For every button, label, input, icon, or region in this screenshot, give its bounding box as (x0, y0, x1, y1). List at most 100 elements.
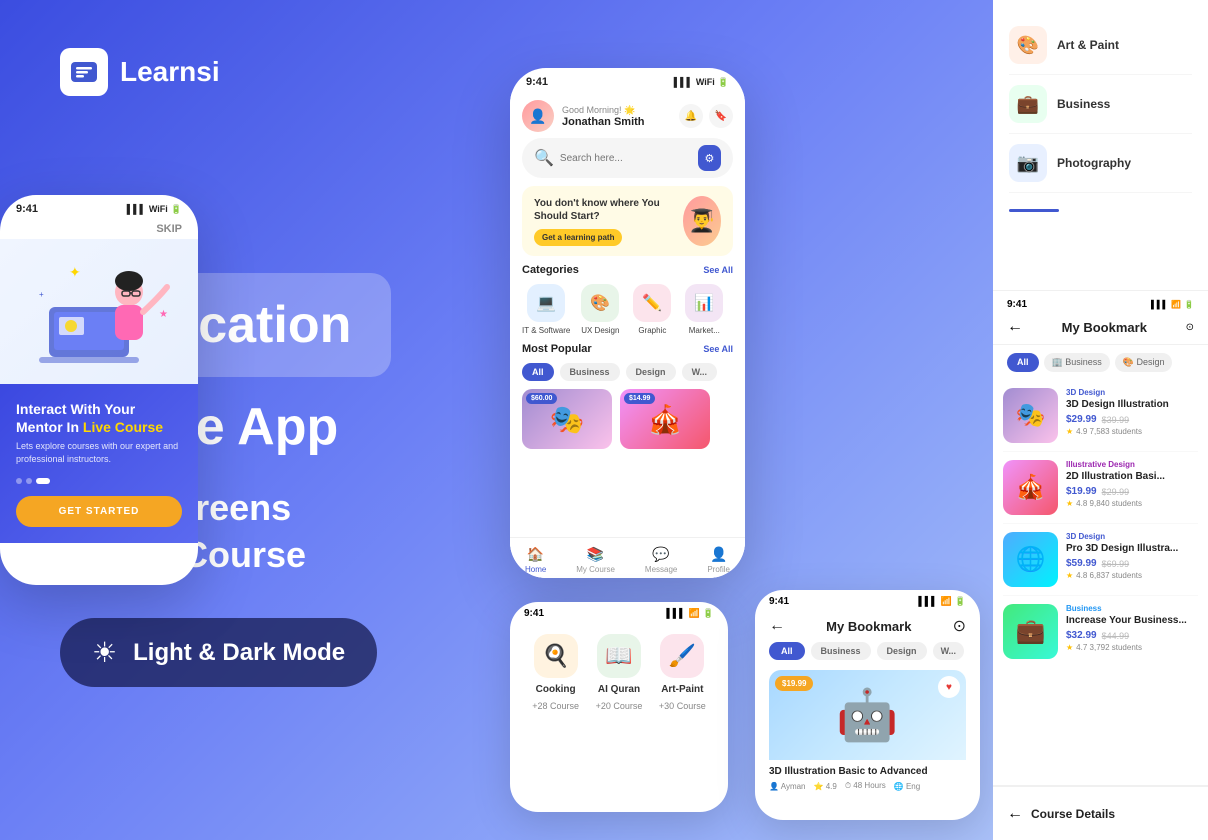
quran-icon: 📖 (597, 634, 641, 678)
status-time-2: 9:41 (526, 76, 548, 88)
rp-photography[interactable]: 📷 Photography (1009, 134, 1192, 193)
rp-course-1[interactable]: 🎭 3D Design 3D Design Illustration $29.9… (1003, 380, 1198, 452)
rp-course-info-1: 3D Design 3D Design Illustration $29.99 … (1066, 388, 1169, 443)
get-learning-button[interactable]: Get a learning path (534, 229, 622, 246)
rp-orig-price-4: $44.99 (1102, 631, 1130, 641)
greeting-left: 👤 Good Morning! 🌟 Jonathan Smith (522, 100, 645, 132)
categories-grid: 💻 IT & Software 🎨 UX Design ✏️ Graphic 📊… (522, 284, 733, 335)
category-market[interactable]: 📊 Market... (682, 284, 726, 335)
most-popular-header: Most Popular See All (522, 343, 733, 355)
rp-rating-4: ★ 4.7 3,792 students (1066, 643, 1187, 652)
art-icon: 🖌️ (660, 634, 704, 678)
rp-more-icon[interactable]: ⊙ (1186, 322, 1194, 333)
nav-message[interactable]: 💬 Message (645, 546, 677, 574)
notification-icon[interactable]: 🔔 (679, 104, 703, 128)
category-icon-market: 📊 (685, 284, 723, 322)
rp-course-info-2: Illustrative Design 2D Illustration Basi… (1066, 460, 1165, 515)
most-popular-title: Most Popular (522, 343, 592, 355)
onboarding-blue-section: Interact With Your Mentor In Live Course… (0, 384, 198, 543)
rp-stars-3: ★ (1066, 571, 1073, 580)
rp-status-bar: 9:41 ▌▌▌📶🔋 (993, 291, 1208, 314)
filter-design-bottom[interactable]: Design (877, 642, 927, 660)
categories-see-all[interactable]: See All (703, 265, 733, 275)
status-icons-2: ▌▌▌WiFi🔋 (674, 77, 729, 88)
course-card-1[interactable]: $60.00 🎭 (522, 389, 612, 449)
banner-content: You don't know where You Should Start? G… (534, 197, 683, 246)
rp-stars-4: ★ (1066, 643, 1073, 652)
bottom-cat-quran[interactable]: 📖 AI Quran +20 Course (596, 634, 643, 711)
avatar: 👤 (522, 100, 554, 132)
onboarding-desc: Lets explore courses with our expert and… (16, 440, 182, 465)
banner-card: You don't know where You Should Start? G… (522, 186, 733, 256)
filter-business-bottom[interactable]: Business (811, 642, 871, 660)
category-label-graphic: Graphic (638, 326, 666, 335)
rp-course-name-2: 2D Illustration Basi... (1066, 471, 1165, 483)
pagination-dots (16, 478, 182, 484)
cooking-label: Cooking (536, 684, 576, 695)
filter-more[interactable]: W... (682, 363, 718, 381)
svg-text:+: + (39, 290, 44, 299)
rp-filter-all[interactable]: All (1007, 353, 1039, 372)
filter-button[interactable]: ⚙ (698, 145, 721, 171)
filter-more-bottom[interactable]: W... (933, 642, 965, 660)
bookmark-heart-bottom[interactable]: ♥ (938, 676, 960, 698)
course-card-img-1: $60.00 🎭 (522, 389, 612, 449)
rp-course-thumb-3: 🌐 (1003, 532, 1058, 587)
rp-course-prices-3: $59.99 $69.99 (1066, 558, 1178, 569)
filter-design[interactable]: Design (626, 363, 676, 381)
banner-illustration: 👨‍🎓 (683, 196, 721, 246)
nav-profile[interactable]: 👤 Profile (707, 546, 730, 574)
filter-all[interactable]: All (522, 363, 554, 381)
bottom-cat-cooking[interactable]: 🍳 Cooking +28 Course (532, 634, 579, 711)
categories-header: Categories See All (522, 264, 733, 276)
light-dark-badge: ☀ Light & Dark Mode (60, 618, 377, 687)
course-price-2: $14.99 (624, 393, 655, 404)
nav-course-label: My Course (576, 565, 615, 574)
status-time-3: 9:41 (524, 608, 544, 619)
rp-stars-2: ★ (1066, 499, 1073, 508)
rp-price-4: $32.99 (1066, 630, 1097, 641)
rp-course-badge-2: Illustrative Design (1066, 460, 1165, 469)
course-info-bottom: 3D Illustration Basic to Advanced 👤 Ayma… (769, 760, 966, 797)
rp-filters: All 🏢 Business 🎨 Design (993, 345, 1208, 380)
filter-all-bottom[interactable]: All (769, 642, 805, 660)
course-hours-bottom: ⏱ 48 Hours (845, 781, 886, 791)
bookmark-icon[interactable]: 🔖 (709, 104, 733, 128)
svg-text:✦: ✦ (69, 264, 81, 280)
get-started-button[interactable]: GET STARTED (16, 496, 182, 527)
nav-my-course[interactable]: 📚 My Course (576, 546, 615, 574)
category-label-it: IT & Software (522, 326, 570, 335)
rp-business[interactable]: 💼 Business (1009, 75, 1192, 134)
status-time-4: 9:41 (769, 596, 789, 607)
rp-course-4[interactable]: 💼 Business Increase Your Business... $32… (1003, 596, 1198, 667)
search-input[interactable] (560, 153, 692, 164)
category-it-software[interactable]: 💻 IT & Software (522, 284, 570, 335)
course-lang-bottom: 🌐 Eng (894, 782, 920, 791)
more-icon-bottom[interactable]: ⊙ (953, 616, 966, 636)
rp-back-arrow[interactable]: ← (1007, 318, 1023, 336)
course-rating-bottom: ⭐ 4.9 (814, 782, 837, 791)
nav-home-label: Home (525, 565, 546, 574)
rp-course-3[interactable]: 🌐 3D Design Pro 3D Design Illustra... $5… (1003, 524, 1198, 596)
rp-course-name-3: Pro 3D Design Illustra... (1066, 543, 1178, 555)
rp-art-paint[interactable]: 🎨 Art & Paint (1009, 16, 1192, 75)
rp-rating-text-2: 4.8 9,840 students (1076, 499, 1142, 508)
filter-business[interactable]: Business (560, 363, 620, 381)
bottom-cat-art[interactable]: 🖌️ Art-Paint +30 Course (659, 634, 706, 711)
category-graphic[interactable]: ✏️ Graphic (630, 284, 674, 335)
rp-filter-design[interactable]: 🎨 Design (1115, 353, 1173, 372)
course-illustration-bottom: 🤖 (836, 686, 898, 745)
category-ux-design[interactable]: 🎨 UX Design (578, 284, 622, 335)
course-meta-bottom: 👤 Ayman ⭐ 4.9 ⏱ 48 Hours 🌐 Eng (769, 781, 966, 791)
course-card-2[interactable]: $14.99 🎪 (620, 389, 710, 449)
rp-course-2[interactable]: 🎪 Illustrative Design 2D Illustration Ba… (1003, 452, 1198, 524)
skip-button[interactable]: SKIP (0, 219, 198, 239)
greeting-name: Jonathan Smith (562, 116, 645, 128)
category-icon-it: 💻 (527, 284, 565, 322)
featured-course-bottom[interactable]: 🤖 $19.99 ♥ 3D Illustration Basic to Adva… (769, 670, 966, 797)
most-popular-see-all[interactable]: See All (703, 344, 733, 354)
back-arrow-bottom[interactable]: ← (769, 617, 785, 635)
cd-back-arrow[interactable]: ← (1007, 805, 1023, 823)
nav-home[interactable]: 🏠 Home (525, 546, 546, 574)
rp-filter-business[interactable]: 🏢 Business (1044, 353, 1110, 372)
